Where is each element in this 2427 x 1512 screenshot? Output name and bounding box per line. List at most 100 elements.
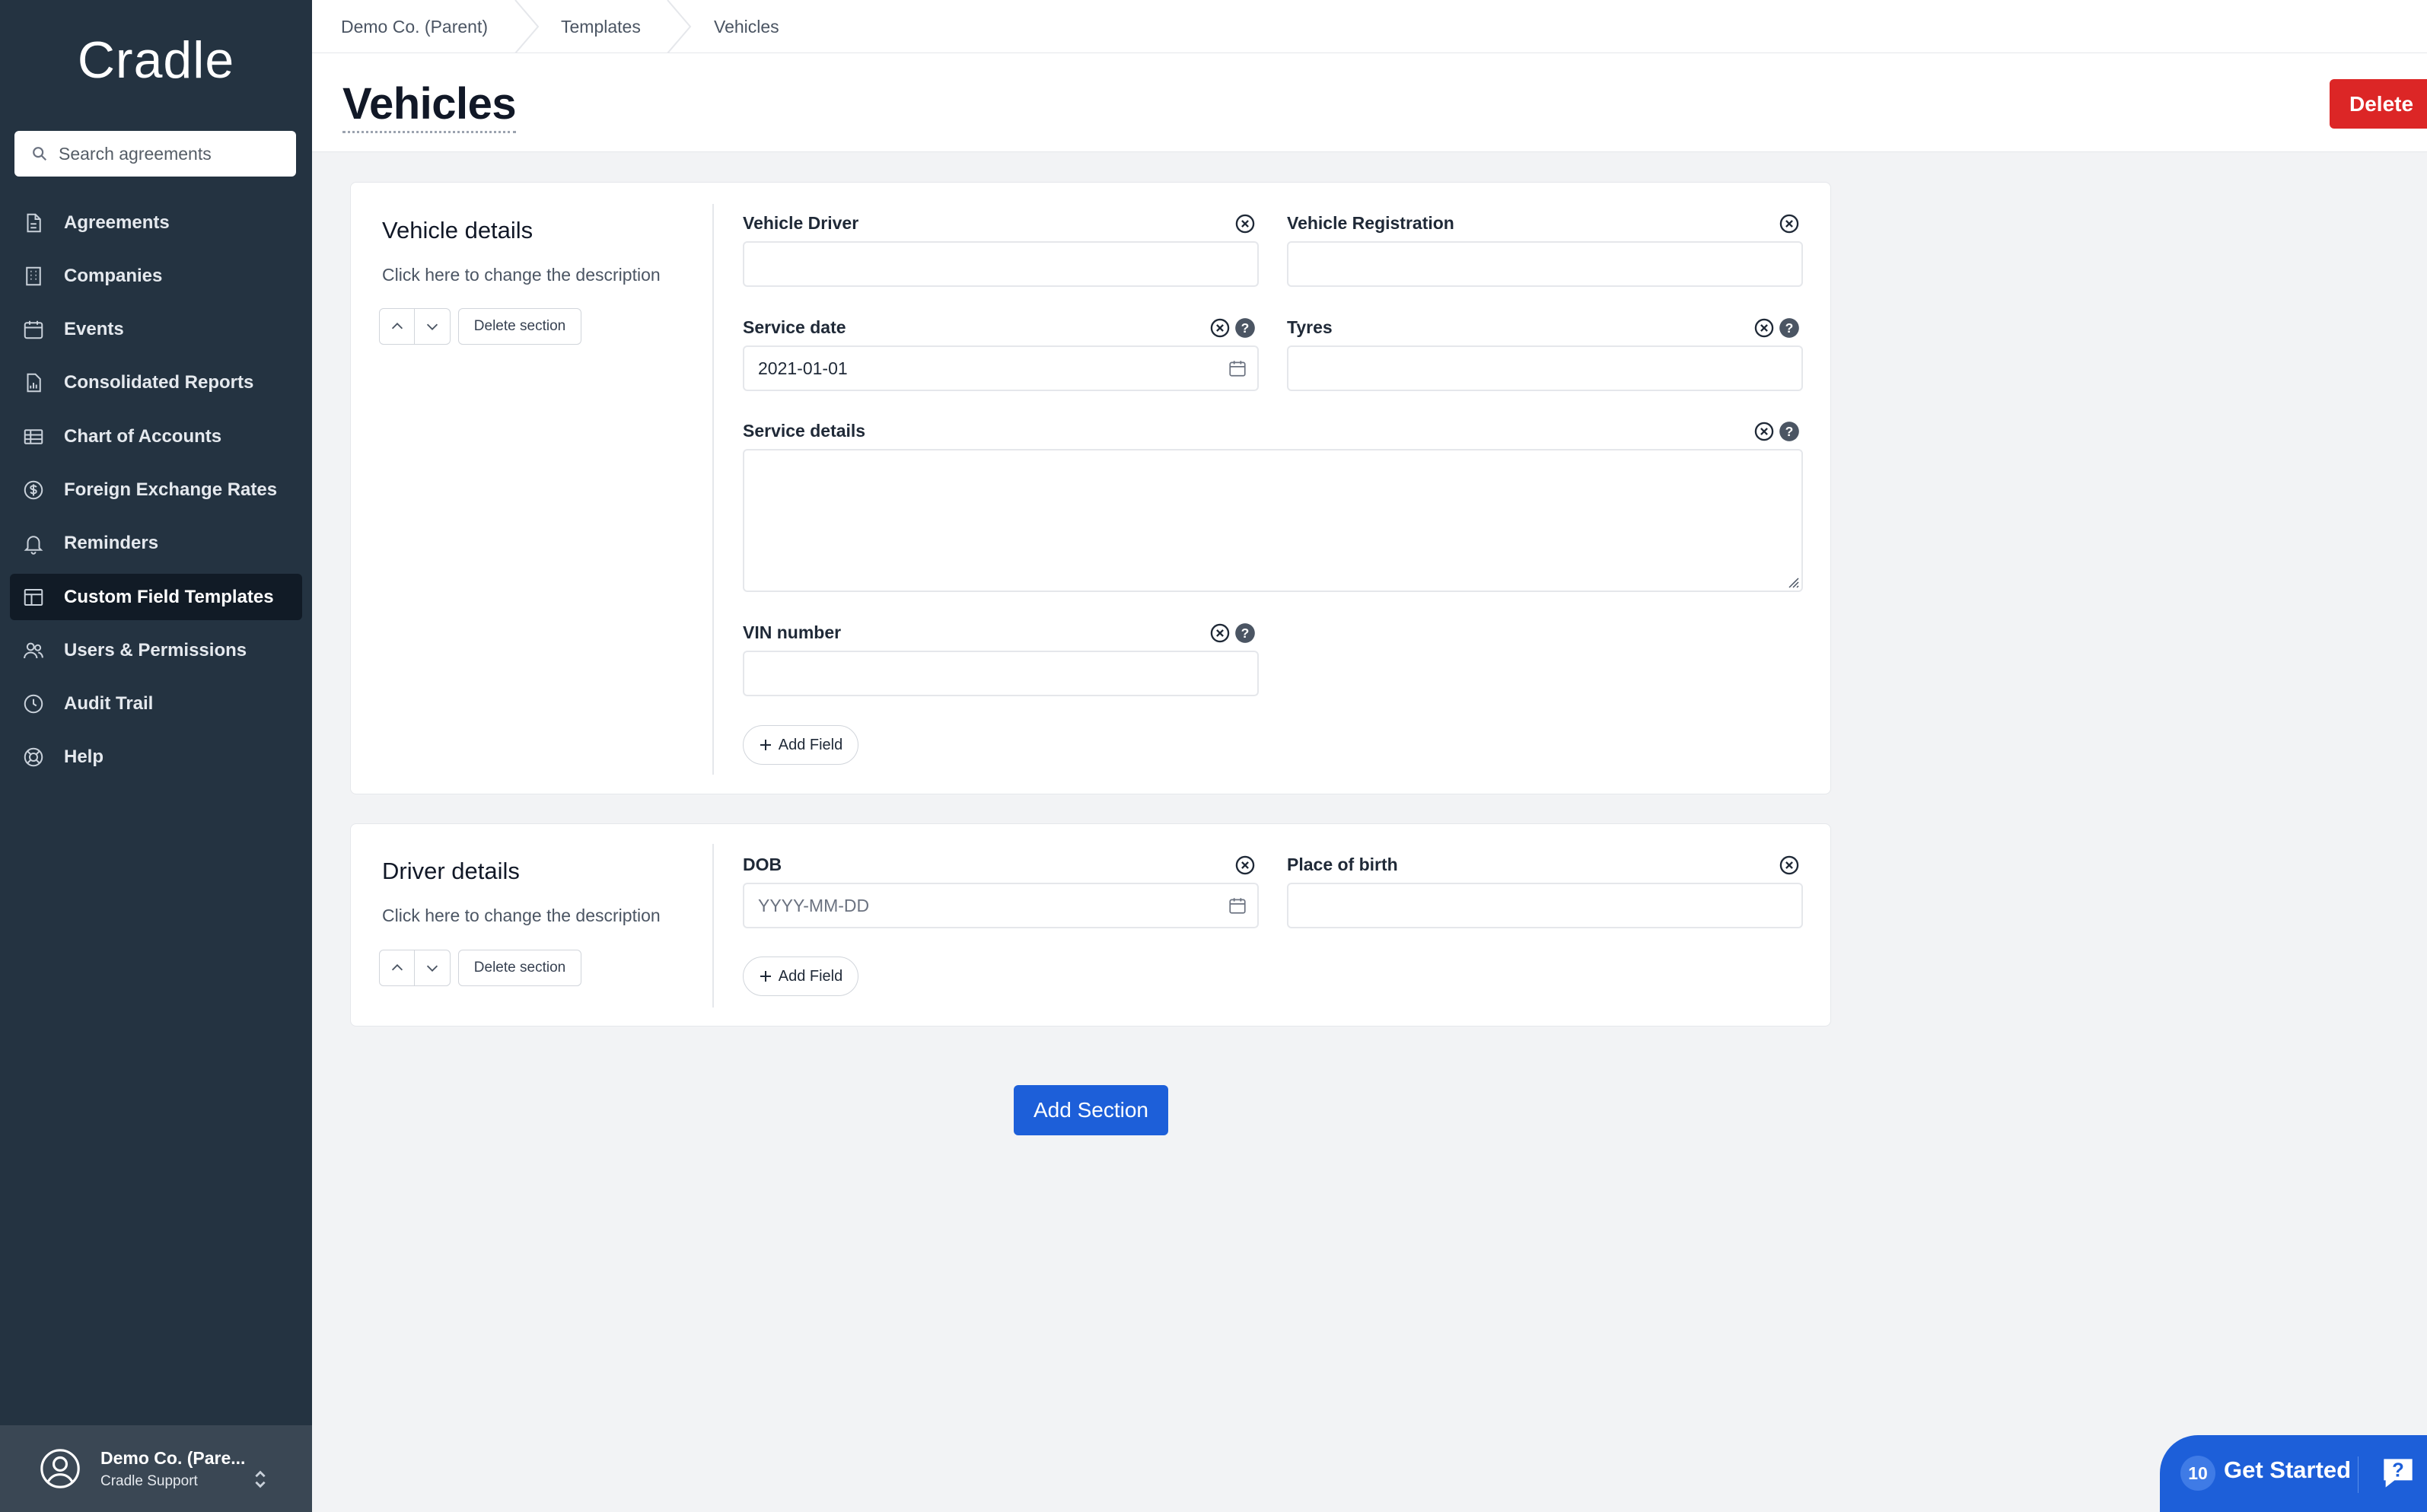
sidebar-item-foreign-exchange-rates[interactable]: Foreign Exchange Rates [10,466,302,513]
sidebar-item-events[interactable]: Events [10,307,302,353]
sidebar-item-consolidated-reports[interactable]: Consolidated Reports [10,360,302,406]
sidebar-item-label: Consolidated Reports [64,372,254,393]
place-of-birth-input[interactable] [1287,883,1803,928]
sidebar-item-label: Agreements [64,212,170,233]
calendar-icon[interactable] [1228,896,1247,915]
field-label-vehicle-driver[interactable]: Vehicle Driver [743,213,858,234]
page-title[interactable]: Vehicles [342,78,517,133]
help-icon[interactable]: ? [1234,317,1256,339]
search-icon [33,147,47,161]
field-label-service-date[interactable]: Service date [743,317,846,338]
field-label-dob[interactable]: DOB [743,855,782,875]
get-started-widget[interactable]: 10 Get Started ? [2160,1435,2427,1512]
sidebar-item-label: Users & Permissions [64,639,247,661]
service-date-input[interactable] [743,345,1259,391]
sidebar-item-custom-field-templates[interactable]: Custom Field Templates [10,574,302,621]
add-field-button[interactable]: Add Field [743,957,858,996]
field-label-place-of-birth[interactable]: Place of birth [1287,855,1398,875]
help-icon[interactable]: ? [1234,622,1256,644]
breadcrumb-item-templates[interactable]: Templates [561,0,641,53]
add-field-label: Add Field [778,967,843,985]
account-switcher[interactable]: Demo Co. (Pare... Cradle Support [0,1425,312,1512]
svg-text:?: ? [2392,1460,2404,1482]
sidebar-item-audit-trail[interactable]: Audit Trail [10,681,302,727]
remove-field-icon[interactable] [1753,421,1775,442]
move-section-down-button[interactable] [415,950,450,985]
field-label-tyres[interactable]: Tyres [1287,317,1333,338]
app-logo[interactable]: Cradle [0,30,312,90]
account-name: Demo Co. (Pare... [100,1447,246,1468]
help-icon[interactable]: ? [1779,317,1800,339]
sidebar-item-label: Chart of Accounts [64,425,222,447]
move-section-down-button[interactable] [415,309,450,344]
sidebar-nav: Agreements Companies Events Consolidated… [10,199,302,788]
vin-number-input[interactable] [743,651,1259,696]
section-card-vehicle-details: Vehicle details Click here to change the… [350,182,1831,794]
get-started-label: Get Started [2224,1456,2352,1483]
remove-field-icon[interactable] [1779,855,1800,876]
add-field-label: Add Field [778,736,843,753]
remove-field-icon[interactable] [1209,317,1231,339]
sidebar-item-label: Companies [64,265,163,286]
delete-template-button[interactable]: Delete [2330,79,2427,129]
section-title[interactable]: Driver details [382,858,520,885]
section-title[interactable]: Vehicle details [382,217,533,244]
report-icon [27,374,41,393]
move-section-up-button[interactable] [380,309,416,344]
svg-text:?: ? [1241,625,1250,641]
service-details-textarea[interactable] [743,449,1803,592]
sidebar-item-reminders[interactable]: Reminders [10,520,302,567]
plus-icon [760,971,771,982]
sidebar-item-companies[interactable]: Companies [10,253,302,299]
chevron-up-icon [391,323,403,329]
section-description[interactable]: Click here to change the description [382,906,661,926]
remove-field-icon[interactable] [1779,213,1800,234]
move-section-up-button[interactable] [380,950,416,985]
breadcrumb: Demo Co. (Parent) Templates Vehicles [312,0,2427,53]
sidebar-item-chart-of-accounts[interactable]: Chart of Accounts [10,413,302,460]
remove-field-icon[interactable] [1753,317,1775,339]
help-icon[interactable]: ? [1779,421,1800,442]
add-section-button[interactable]: Add Section [1014,1085,1168,1135]
search-input[interactable] [59,143,287,164]
tyres-input[interactable] [1287,345,1803,391]
delete-section-button[interactable]: Delete section [458,950,581,986]
sidebar-item-users-permissions[interactable]: Users & Permissions [10,627,302,673]
user-avatar-icon [40,1449,80,1488]
sidebar: Cradle Agreements Companies Events Conso… [0,0,312,1512]
svg-text:?: ? [1241,320,1250,336]
delete-section-button[interactable]: Delete section [458,308,581,345]
field-label-vehicle-registration[interactable]: Vehicle Registration [1287,213,1454,234]
remove-field-icon[interactable] [1234,213,1256,234]
search-box[interactable] [14,131,296,177]
chat-help-icon[interactable]: ? [2377,1452,2419,1494]
dob-input[interactable] [743,883,1259,928]
section-divider [712,844,714,1007]
remove-field-icon[interactable] [1234,855,1256,876]
field-label-service-details[interactable]: Service details [743,421,865,441]
building-icon [26,266,41,286]
calendar-icon[interactable] [1228,358,1247,378]
sidebar-item-label: Help [64,746,104,768]
breadcrumb-item-parent[interactable]: Demo Co. (Parent) [341,0,488,53]
breadcrumb-separator [514,0,540,53]
sidebar-item-agreements[interactable]: Agreements [10,199,302,246]
resize-handle-icon[interactable] [1786,575,1800,589]
section-description[interactable]: Click here to change the description [382,265,661,285]
vehicle-registration-input[interactable] [1287,241,1803,287]
plus-icon [760,740,771,750]
field-label-vin-number[interactable]: VIN number [743,622,841,643]
svg-text:?: ? [1785,424,1794,439]
sidebar-item-label: Events [64,319,124,340]
remove-field-icon[interactable] [1209,622,1231,644]
breadcrumb-item-current[interactable]: Vehicles [714,0,779,53]
section-card-driver-details: Driver details Click here to change the … [350,823,1831,1027]
vehicle-driver-input[interactable] [743,241,1259,287]
svg-text:?: ? [1785,320,1794,336]
lifebuoy-icon [24,748,43,767]
sidebar-item-help[interactable]: Help [10,734,302,781]
get-started-separator [2358,1456,2359,1493]
chevron-down-icon [426,323,438,330]
add-field-button[interactable]: Add Field [743,725,858,765]
account-subtitle: Cradle Support [100,1472,198,1489]
